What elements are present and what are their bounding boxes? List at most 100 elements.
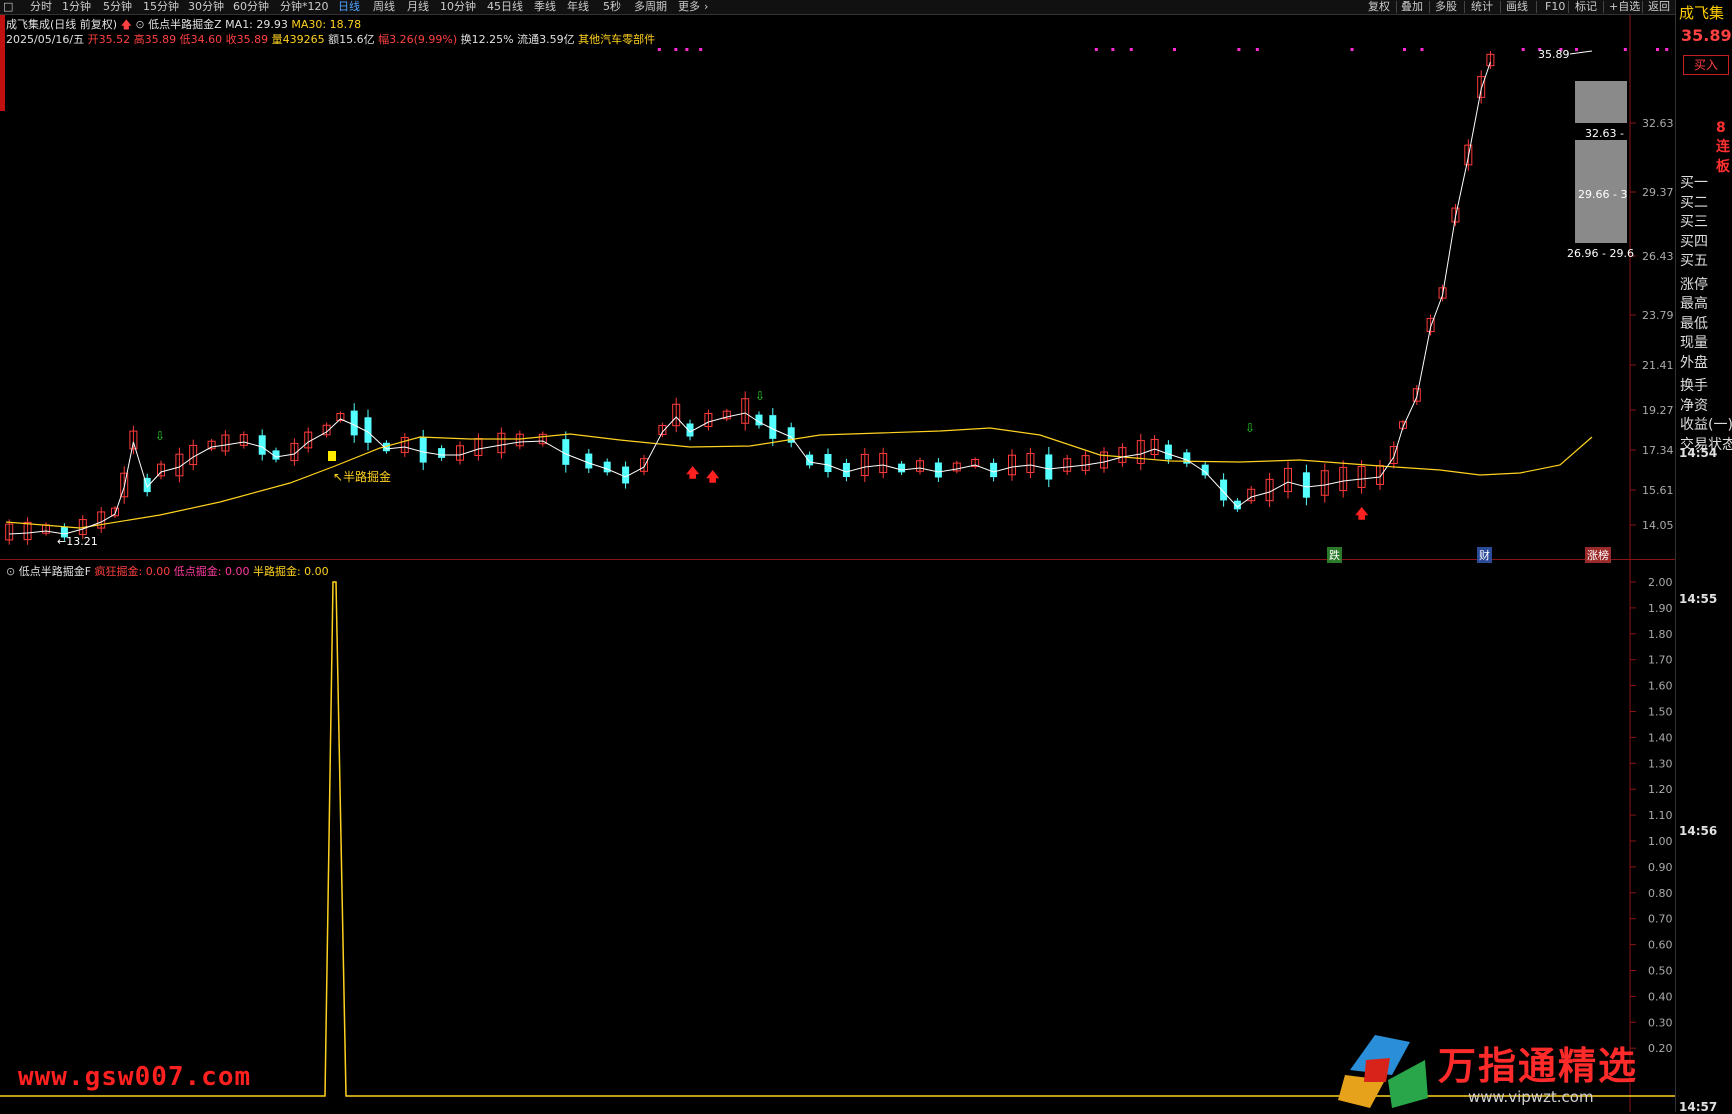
price-tick-label: 19.27 xyxy=(1642,404,1674,417)
candle-down xyxy=(258,435,266,455)
panel-stock-name: 成飞集 xyxy=(1679,4,1725,22)
panel-level-6: 最高 xyxy=(1680,296,1708,312)
btn-statistics[interactable]: 统计 xyxy=(1471,0,1493,14)
panel-level-2: 买三 xyxy=(1680,214,1708,230)
signal-dot xyxy=(1623,48,1627,51)
signal-dot xyxy=(1350,48,1354,51)
panel-level-5: 涨停 xyxy=(1680,276,1708,293)
panel-time-1: 14:55 xyxy=(1679,592,1718,606)
tab-5sec[interactable]: 5秒 xyxy=(603,0,621,14)
sub-tick-label: 1.20 xyxy=(1648,783,1673,796)
sub-tick-label: 2.00 xyxy=(1648,576,1673,589)
signal-dot xyxy=(1665,48,1669,51)
btn-draw[interactable]: 画线 xyxy=(1506,0,1528,14)
candle-down xyxy=(990,462,998,478)
panel-time-0: 14:54 xyxy=(1679,446,1718,460)
btn-fuquan[interactable]: 复权 xyxy=(1368,0,1390,14)
tab-fenshi[interactable]: 分时 xyxy=(30,0,52,14)
buy-button[interactable]: 买入 xyxy=(1683,55,1729,75)
signal-dot xyxy=(1521,48,1525,51)
panel-level-1: 买二 xyxy=(1680,194,1708,211)
window-icon[interactable]: □ xyxy=(3,0,13,14)
badge-zhang[interactable]: 涨榜 xyxy=(1585,547,1611,563)
tab-daily[interactable]: 日线 xyxy=(338,0,360,14)
buy-arrow-icon: 🡅 xyxy=(1355,507,1369,522)
price-tick-label: 17.34 xyxy=(1642,444,1674,457)
panel-level-7: 最低 xyxy=(1680,315,1708,332)
high-price-arrow xyxy=(1569,50,1593,55)
tab-weekly[interactable]: 周线 xyxy=(373,0,395,14)
price-tick-label: 32.63 xyxy=(1642,117,1674,130)
btn-back[interactable]: 返回 xyxy=(1648,0,1670,14)
panel-level-4: 买五 xyxy=(1680,253,1708,269)
signal-dot xyxy=(1575,48,1579,51)
kline-chart[interactable]: 32.63 29.37 26.43 23.79 21.41 19.27 17.34 15.61… xyxy=(0,15,1675,560)
candle-down xyxy=(603,461,611,473)
price-box-1 xyxy=(1575,81,1627,123)
brand-name: 万指通精选 xyxy=(1438,1044,1639,1088)
btn-mark[interactable]: 标记 xyxy=(1575,0,1597,14)
signal-label: ↖半路掘金 xyxy=(333,469,391,484)
tab-15min[interactable]: 15分钟 xyxy=(143,0,179,14)
tab-multi-period[interactable]: 多周期 xyxy=(634,0,667,14)
price-box-label-3: 26.96 - 29.6 xyxy=(1567,247,1634,260)
signal-dot xyxy=(674,48,678,51)
panel-level-11: 净资 xyxy=(1680,397,1708,414)
price-tick-label: 26.43 xyxy=(1642,250,1674,263)
panel-level-0: 买一 xyxy=(1680,175,1708,191)
btn-overlay[interactable]: 叠加 xyxy=(1401,0,1423,14)
tab-30min[interactable]: 30分钟 xyxy=(188,0,224,14)
btn-f10[interactable]: F10 xyxy=(1545,0,1565,14)
signal-dot xyxy=(1094,48,1098,51)
badge-die[interactable]: 跌 xyxy=(1327,547,1342,563)
candle-down xyxy=(438,448,446,458)
candle-down xyxy=(585,453,593,469)
sub-tick-label: 0.30 xyxy=(1648,1016,1673,1029)
sub-tick-label: 1.30 xyxy=(1648,757,1673,770)
panel-level-8: 现量 xyxy=(1680,335,1708,351)
price-box-label-1: 32.63 - xyxy=(1585,127,1624,140)
sub-tick-label: 1.10 xyxy=(1648,809,1673,822)
panel-stock-price: 35.89 xyxy=(1681,26,1732,45)
candle-down xyxy=(419,437,427,463)
buy-arrow-icon: 🡅 xyxy=(706,470,720,485)
tab-5min[interactable]: 5分钟 xyxy=(103,0,132,14)
tab-1min[interactable]: 1分钟 xyxy=(62,0,91,14)
signal-dot xyxy=(1111,48,1115,51)
candle-down xyxy=(562,439,570,465)
candle-down xyxy=(842,462,850,478)
signal-dot xyxy=(1129,48,1133,51)
sub-tick-label: 0.90 xyxy=(1648,861,1673,874)
low-price-mark: ←13.21 xyxy=(57,535,98,548)
ma1-line xyxy=(9,61,1491,535)
sub-tick-label: 0.40 xyxy=(1648,990,1673,1003)
brand-url: www.vipwzt.com xyxy=(1468,1088,1594,1106)
candle-down xyxy=(364,417,372,443)
btn-add-favorite[interactable]: +自选 xyxy=(1609,0,1640,14)
sub-tick-label: 1.80 xyxy=(1648,628,1673,641)
sub-tick-label: 0.80 xyxy=(1648,887,1673,900)
buy-arrow-icon: 🡅 xyxy=(686,466,700,481)
tab-min120[interactable]: 分钟*120 xyxy=(280,0,329,14)
tab-more[interactable]: 更多 xyxy=(678,0,700,14)
tab-quarterly[interactable]: 季线 xyxy=(534,0,556,14)
signal-dot xyxy=(699,48,703,51)
sell-arrow-icon: ⇩ xyxy=(1245,421,1255,435)
sub-tick-label: 0.20 xyxy=(1648,1042,1673,1055)
tab-yearly[interactable]: 年线 xyxy=(567,0,589,14)
signal-dot xyxy=(1656,48,1659,51)
sub-tick-label: 1.90 xyxy=(1648,602,1673,615)
tab-60min[interactable]: 60分钟 xyxy=(233,0,269,14)
sub-tick-label: 1.60 xyxy=(1648,680,1673,693)
signal-dot xyxy=(685,48,689,51)
tab-10min[interactable]: 10分钟 xyxy=(440,0,476,14)
sub-tick-label: 1.40 xyxy=(1648,731,1673,744)
watermark-site: www.gsw007.com xyxy=(18,1062,252,1092)
btn-multi-stock[interactable]: 多股 xyxy=(1435,0,1457,14)
panel-level-10: 换手 xyxy=(1680,378,1708,394)
candle-down xyxy=(769,415,777,439)
chevron-right-icon[interactable]: › xyxy=(704,0,708,14)
tab-monthly[interactable]: 月线 xyxy=(407,0,429,14)
badge-cai[interactable]: 财 xyxy=(1477,547,1492,563)
tab-45day[interactable]: 45日线 xyxy=(487,0,523,14)
